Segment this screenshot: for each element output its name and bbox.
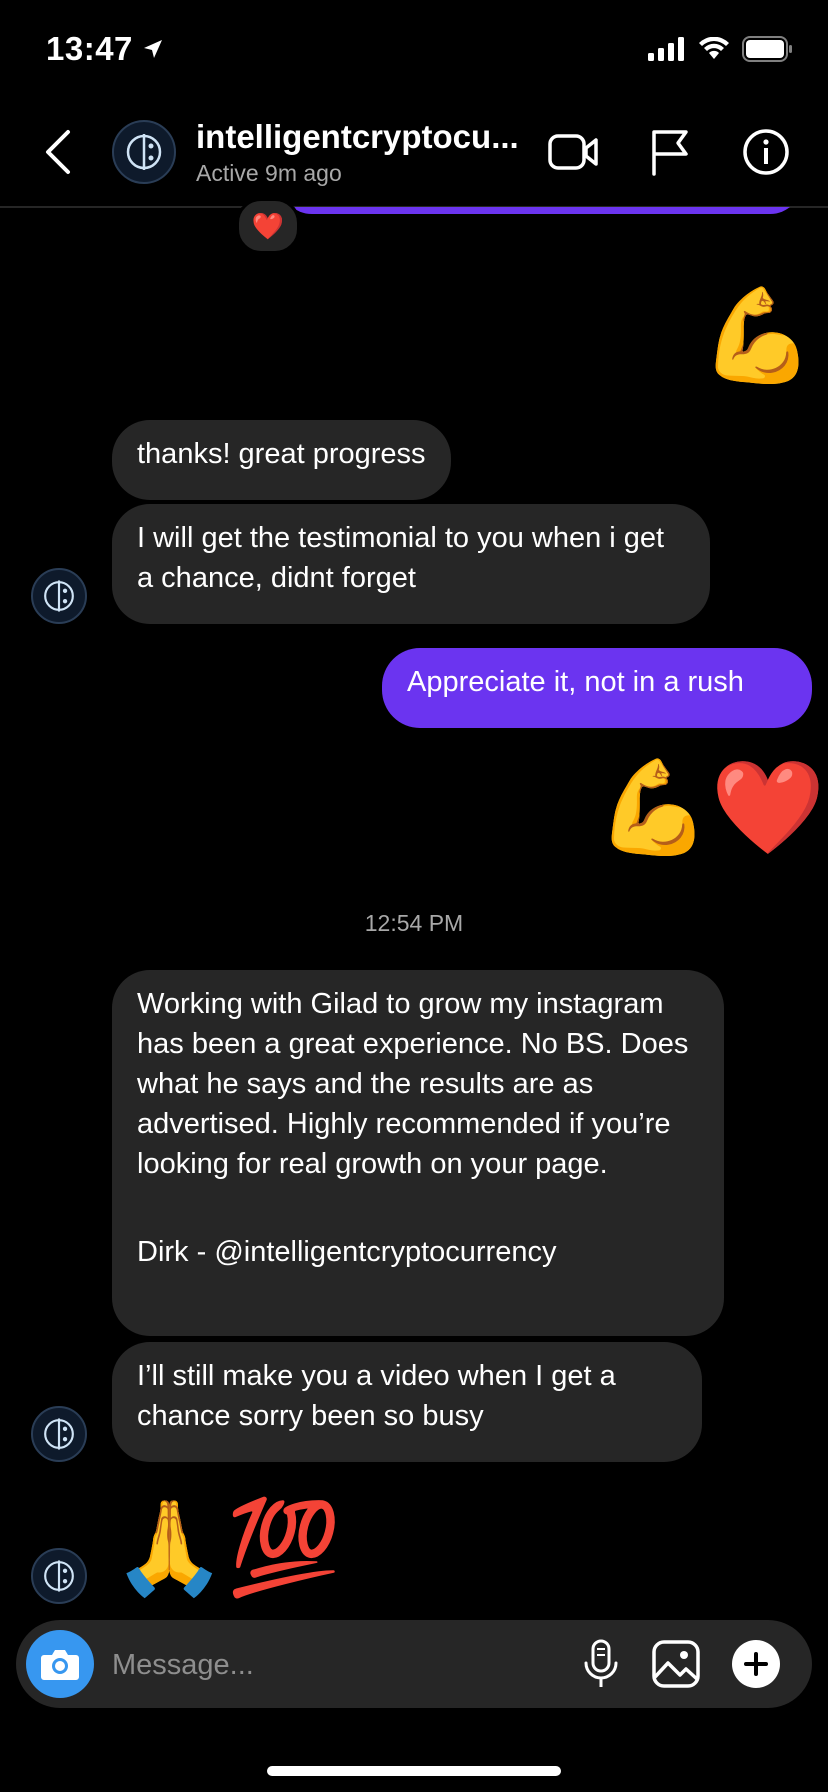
microphone-icon (584, 1639, 618, 1687)
header-divider (0, 206, 828, 207)
chevron-left-icon (46, 130, 70, 174)
image-icon (652, 1640, 700, 1688)
sent-message[interactable]: Appreciate it, not in a rush (382, 648, 812, 728)
voice-message-button[interactable] (578, 1636, 624, 1692)
brain-logo-icon (126, 134, 162, 170)
sent-emoji-message[interactable]: 💪❤️ (596, 762, 825, 854)
brain-logo-icon (44, 1418, 74, 1450)
sender-avatar[interactable] (31, 1406, 87, 1462)
video-call-button-layer[interactable] (548, 128, 600, 176)
brain-logo-icon (44, 1560, 74, 1592)
info-button-layer[interactable] (740, 128, 792, 176)
report-button-layer[interactable] (644, 128, 696, 176)
header-avatar[interactable] (112, 120, 176, 184)
wifi-icon (699, 37, 729, 59)
battery-icon (742, 36, 792, 62)
message-timestamp: 12:54 PM (364, 910, 464, 936)
received-message[interactable]: Working with Gilad to grow my instagram … (112, 970, 724, 1336)
info-icon (743, 129, 789, 175)
received-emoji-message[interactable]: 🙏💯 (112, 1502, 341, 1594)
back-button-layer[interactable] (40, 128, 76, 176)
cellular-signal-icon (648, 37, 684, 61)
received-message[interactable]: I’ll still make you a video when I get a… (112, 1342, 702, 1462)
video-camera-icon (548, 134, 598, 170)
camera-icon (41, 1650, 79, 1680)
sender-avatar[interactable] (31, 568, 87, 624)
gallery-button[interactable] (650, 1638, 702, 1690)
header-active-status: Active 9m ago (196, 160, 342, 186)
plus-icon (744, 1652, 768, 1676)
home-indicator[interactable] (267, 1766, 561, 1776)
camera-button[interactable] (26, 1630, 94, 1698)
status-time: 13:47 (46, 30, 165, 68)
flag-icon (652, 130, 688, 176)
reaction-badge-overlay[interactable]: ❤️ (236, 198, 300, 254)
testimonial-body: Working with Gilad to grow my instagram … (137, 988, 689, 1180)
sender-avatar[interactable] (31, 1548, 87, 1604)
heart-reaction: ❤️ (251, 210, 285, 241)
message-input[interactable] (110, 1640, 554, 1690)
testimonial-signature: Dirk - @intelligentcryptocurrency (137, 1236, 557, 1268)
sent-emoji-message[interactable]: 💪 (700, 290, 815, 382)
status-indicators (648, 36, 794, 62)
clock-text: 13:47 (46, 30, 133, 67)
more-options-button[interactable] (732, 1640, 780, 1688)
received-message[interactable]: I will get the testimonial to you when i… (112, 504, 710, 624)
location-arrow-icon (143, 40, 162, 58)
brain-logo-icon (44, 580, 74, 612)
received-message[interactable]: thanks! great progress (112, 420, 451, 500)
header-username[interactable]: intelligentcryptocu... (196, 118, 526, 156)
